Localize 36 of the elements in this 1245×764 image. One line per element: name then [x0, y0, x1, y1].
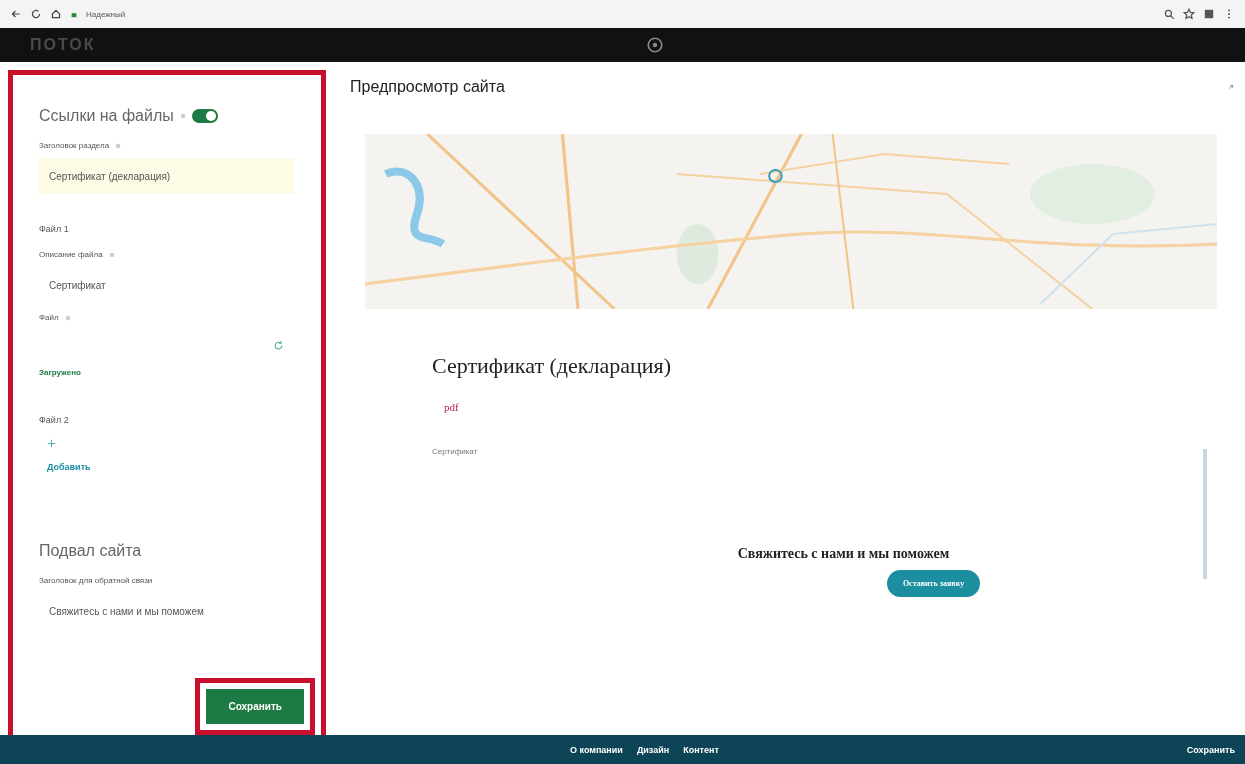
- request-button[interactable]: Оставить заявку: [886, 570, 981, 597]
- reload-icon[interactable]: [30, 8, 42, 20]
- refresh-icon[interactable]: [273, 339, 284, 351]
- nav-link[interactable]: О компании: [570, 744, 623, 755]
- save-button[interactable]: Сохранить: [206, 689, 304, 724]
- plus-icon[interactable]: [47, 439, 56, 448]
- section-heading: Сертификат (декларация): [432, 353, 672, 379]
- input-field[interactable]: Сертификат (декларация): [39, 158, 294, 194]
- field-label: Заголовок раздела: [39, 141, 110, 150]
- star-icon[interactable]: [1183, 8, 1195, 20]
- save-link[interactable]: Сохранить: [1186, 744, 1235, 755]
- field-label: Заголовок для обратной связи: [39, 576, 153, 585]
- back-icon[interactable]: [10, 8, 22, 20]
- file-group-title: Файл 1: [39, 224, 69, 234]
- toggle-switch[interactable]: [191, 109, 218, 123]
- home-icon[interactable]: [50, 8, 62, 20]
- security-label: Надежный: [86, 9, 126, 19]
- preview-title: Предпросмотр сайта: [350, 78, 505, 96]
- file-caption: Сертификат: [432, 447, 479, 456]
- add-link[interactable]: Добавить: [47, 462, 91, 472]
- field-label: Файл: [39, 313, 59, 322]
- section-title: Подвал сайта: [39, 542, 142, 560]
- upload-status: Загружено: [39, 368, 81, 377]
- contact-heading: Свяжитесь с нами и мы поможем: [736, 546, 951, 562]
- field-label: Описание файла: [39, 250, 103, 259]
- scrollbar[interactable]: [1203, 449, 1207, 579]
- external-link-icon[interactable]: [1227, 83, 1235, 91]
- extension-icon[interactable]: [1203, 8, 1215, 20]
- nav-link[interactable]: Контент: [683, 744, 719, 755]
- file-type-label[interactable]: pdf: [444, 401, 1235, 413]
- search-icon[interactable]: [1163, 8, 1175, 20]
- nav-link[interactable]: Дизайн: [636, 744, 670, 755]
- circle-icon[interactable]: [646, 36, 665, 54]
- file-group-title: Файл 2: [39, 415, 69, 425]
- section-title: Ссылки на файлы: [39, 107, 174, 125]
- lock-icon: [70, 10, 78, 18]
